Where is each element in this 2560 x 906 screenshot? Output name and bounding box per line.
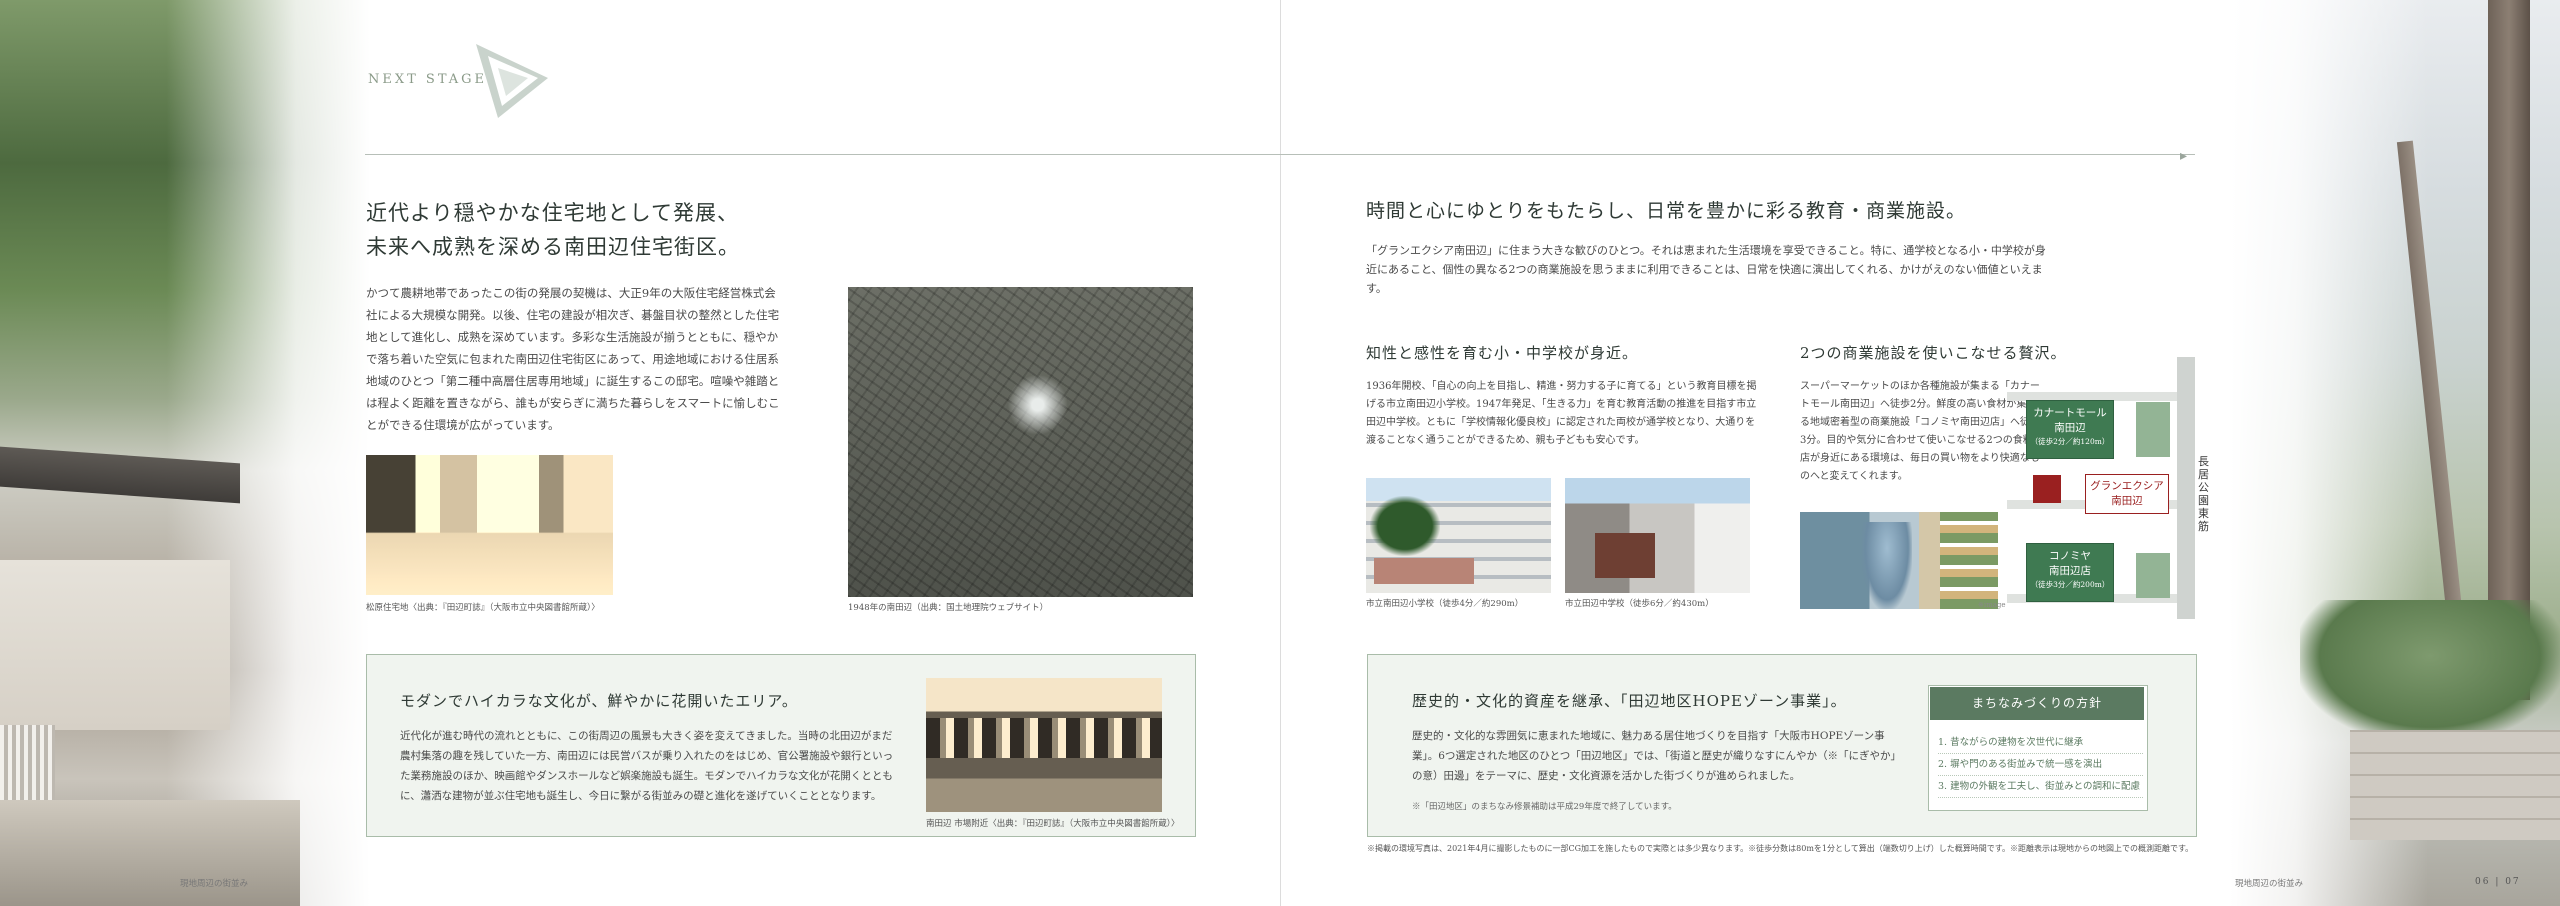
left-body-text: かつて農耕地帯であったこの街の発展の契機は、大正9年の大阪住宅経営株式会社による… [366, 286, 780, 432]
karnet-name-1: カナートモール [2033, 407, 2107, 419]
footer-right: 現地周辺の街並み [2235, 879, 2304, 889]
map-konomiya: コノミヤ 南田辺店 （徒歩3分／約200m） [2026, 543, 2114, 602]
policy-item: 2. 塀や門のある街並みで統一感を演出 [1938, 754, 2143, 776]
hope-zone-body: 歴史的・文化的な雰囲気に恵まれた地域に、魅力ある居住地づくりを目指す「大阪市HO… [1412, 730, 1901, 782]
brand-logo-icon [476, 44, 548, 118]
aerial-photo [848, 287, 1193, 597]
roof-shape [0, 446, 240, 504]
map-karnet-mall: カナートモール 南田辺 （徒歩2分／約120m） [2026, 400, 2114, 459]
image-note: ※image [1978, 601, 2006, 609]
hope-zone-note: ※「田辺地区」のまちなみ修景補助は平成29年度で終了しています。 [1412, 802, 1677, 812]
shopper-shape [1862, 522, 1912, 609]
pine-tree-shape [1370, 496, 1440, 556]
elementary-school-photo [1366, 478, 1551, 593]
right-body-text: 「グランエクシア南田辺」に住まう大きな歓びのひとつ。それは恵まれた生活環境を享受… [1366, 244, 2046, 295]
hope-zone-title: 歴史的・文化的資産を継承、「田辺地区HOPEゾーン事業」。 [1412, 692, 1847, 710]
culture-panel-title: モダンでハイカラな文化が、鮮やかに花開いたエリア。 [400, 692, 798, 710]
footer-left: 現地周辺の街並み [180, 879, 249, 889]
elementary-school-caption: 市立南田辺小学校（徒歩4分／約290m） [1366, 599, 1524, 609]
market-street-photo [926, 678, 1162, 812]
map-road-label: 長居公園東筋 [2198, 455, 2209, 533]
right-edge-photo [2230, 0, 2560, 906]
header-rule [365, 154, 2195, 155]
right-heading: 時間と心にゆとりをもたらし、日常を豊かに彩る教育・商業施設。 [1366, 200, 1967, 222]
left-heading-line1: 近代より穏やかな住宅地として発展、 [366, 201, 739, 225]
konomiya-name-2: 南田辺店 [2049, 565, 2091, 577]
tree-trunk [2396, 140, 2468, 660]
map-block [2136, 402, 2170, 457]
site-label-1: グランエクシア [2090, 480, 2164, 492]
residence-photo [366, 455, 613, 595]
wall-shape [0, 560, 230, 730]
page-numbers: 06 | 07 [2475, 877, 2521, 887]
school-title: 知性と感性を育む小・中学校が身近。 [1366, 344, 1639, 362]
left-heading-line2: 未来へ成熟を深める南田辺住宅街区。 [366, 235, 740, 259]
shopfront-shape [926, 718, 1162, 758]
map-main-road [2177, 357, 2195, 619]
map-site-marker [2033, 475, 2061, 503]
arrow-right-icon: ▸ [2180, 148, 2188, 164]
junior-high-caption: 市立田辺中学校（徒歩6分／約430m） [1565, 599, 1714, 609]
shelf-shape [1940, 512, 1998, 609]
map-block [2136, 553, 2170, 598]
map-site-label: グランエクシア 南田辺 [2085, 474, 2169, 514]
konomiya-name-1: コノミヤ [2049, 550, 2091, 562]
stone-wall-shape [2350, 730, 2560, 840]
shops-title: 2つの商業施設を使いこなせる贅沢。 [1800, 344, 2067, 362]
page-spine [1280, 0, 1281, 906]
hedge-shape [2300, 600, 2560, 740]
site-label-2: 南田辺 [2111, 495, 2143, 507]
policy-list: 1. 昔ながらの建物を次世代に継承 2. 塀や門のある街並みで統一感を演出 3.… [1938, 732, 2143, 798]
shopping-photo [1800, 512, 1998, 609]
konomiya-distance: （徒歩3分／約200m） [2030, 580, 2110, 589]
policy-title: まちなみづくりの方針 [1930, 687, 2144, 720]
market-street-caption: 南田辺 市場附近〈出典：『田辺町誌』（大阪市立中央図書館所蔵）〉 [926, 819, 1180, 829]
junior-high-photo [1565, 478, 1750, 593]
school-body: 1936年開校、「自心の向上を目指し、精進・努力する子に育てる」という教育目標を… [1366, 381, 1757, 446]
gate-shape [1595, 533, 1655, 578]
road-shape [0, 800, 300, 906]
karnet-distance: （徒歩2分／約120m） [2030, 437, 2110, 446]
policy-item: 1. 昔ながらの建物を次世代に継承 [1938, 732, 2143, 754]
left-edge-photo [0, 0, 370, 906]
brick-wall-shape [1374, 558, 1474, 584]
aerial-photo-caption: 1948年の南田辺（出典：国土地理院ウェブサイト） [848, 603, 1049, 613]
karnet-name-2: 南田辺 [2054, 422, 2086, 434]
culture-panel-body: 近代化が進む時代の流れとともに、この街周辺の風景も大きく姿を変えてきました。当時… [400, 730, 894, 802]
left-heading: 近代より穏やかな住宅地として発展、 未来へ成熟を深める南田辺住宅街区。 [366, 196, 740, 264]
policy-item: 3. 建物の外観を工夫し、街並みとの調和に配慮 [1938, 776, 2143, 798]
residence-photo-caption: 松原住宅地〈出典：『田辺町誌』（大阪市立中央図書館所蔵）〉 [366, 603, 600, 613]
tree-trunk [2488, 0, 2530, 700]
footnote: ※掲載の環境写真は、2021年4月に撮影したものに一部CG加工を施したもので実際… [1367, 844, 2194, 853]
